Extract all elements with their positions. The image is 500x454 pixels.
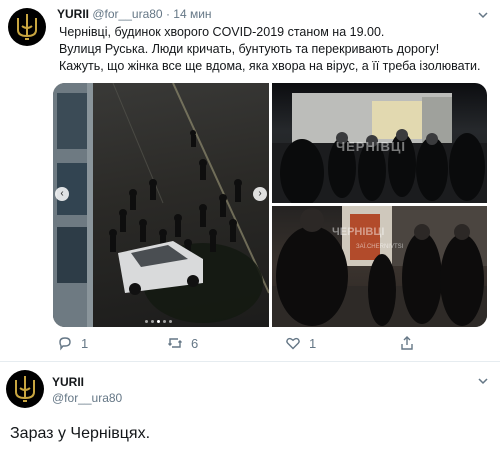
like-count: 1 xyxy=(309,335,317,351)
separator: · xyxy=(165,7,170,21)
trident-emblem-icon xyxy=(17,14,37,40)
display-name[interactable]: YURII xyxy=(57,7,89,21)
carousel-next-button[interactable]: › xyxy=(253,187,267,201)
tweet-header: YURII @for__ura80 · 14 мин xyxy=(57,7,212,21)
tweet-text-line: Чернівці, будинок хворого COVID-2019 ста… xyxy=(59,25,385,39)
reply-count: 1 xyxy=(81,335,89,351)
carousel-dot[interactable] xyxy=(151,320,154,323)
photo-1-scene xyxy=(53,83,269,327)
photo-3-scene xyxy=(272,206,487,327)
tweet-text: Зараз у Чернівцях. xyxy=(10,425,151,442)
chevron-down-icon[interactable] xyxy=(478,376,488,386)
share-button[interactable] xyxy=(399,335,415,351)
handle[interactable]: @for__ura80 xyxy=(52,391,122,405)
reply-button[interactable]: 1 xyxy=(57,335,88,351)
watermark: ЧЕРНІВЦІ xyxy=(336,139,406,154)
media-grid: ‹ › ЧЕРНІВЦІ ЧЕРНІВЦІ ЗАЇ.CHERNIVTSI xyxy=(53,83,487,327)
watermark-small: ЧЕРНІВЦІ xyxy=(332,226,385,238)
avatar[interactable] xyxy=(6,370,44,408)
tweet-text-line: Вулиця Руська. Люди кричать, бунтують та… xyxy=(59,42,440,56)
tweet-actions: 1 6 1 xyxy=(0,333,500,355)
display-name[interactable]: YURII xyxy=(52,375,84,389)
retweet-count: 6 xyxy=(191,335,199,351)
timestamp[interactable]: 14 мин xyxy=(173,7,211,21)
carousel-dot[interactable] xyxy=(163,320,166,323)
reply-icon xyxy=(59,337,71,351)
carousel-dot[interactable] xyxy=(157,320,160,323)
carousel-prev-button[interactable]: ‹ xyxy=(55,187,69,201)
tweet[interactable]: YURII @for__ura80 Зараз у Чернівцях. xyxy=(0,362,500,454)
heart-icon xyxy=(286,337,300,350)
tweet-text: Чернівці, будинок хворого COVID-2019 ста… xyxy=(59,24,481,75)
tweet[interactable]: YURII @for__ura80 · 14 мин Чернівці, буд… xyxy=(0,0,500,362)
carousel-dots xyxy=(145,320,172,323)
handle[interactable]: @for__ura80 xyxy=(92,7,162,21)
avatar[interactable] xyxy=(8,8,46,46)
retweet-icon xyxy=(168,338,182,348)
carousel-dot[interactable] xyxy=(145,320,148,323)
carousel-dot[interactable] xyxy=(169,320,172,323)
photo-2[interactable]: ЧЕРНІВЦІ xyxy=(272,83,487,203)
chevron-down-icon[interactable] xyxy=(478,10,488,20)
trident-emblem-icon xyxy=(15,376,35,402)
tweet-text-line: Кажуть, що жінка все ще вдома, яка хвора… xyxy=(59,59,481,73)
share-icon xyxy=(401,336,413,350)
like-button[interactable]: 1 xyxy=(285,335,316,351)
photo-3[interactable]: ЧЕРНІВЦІ ЗАЇ.CHERNIVTSI xyxy=(272,206,487,327)
watermark-sub: ЗАЇ.CHERNIVTSI xyxy=(356,244,404,250)
retweet-button[interactable]: 6 xyxy=(167,335,198,351)
photo-1[interactable]: ‹ › xyxy=(53,83,269,327)
